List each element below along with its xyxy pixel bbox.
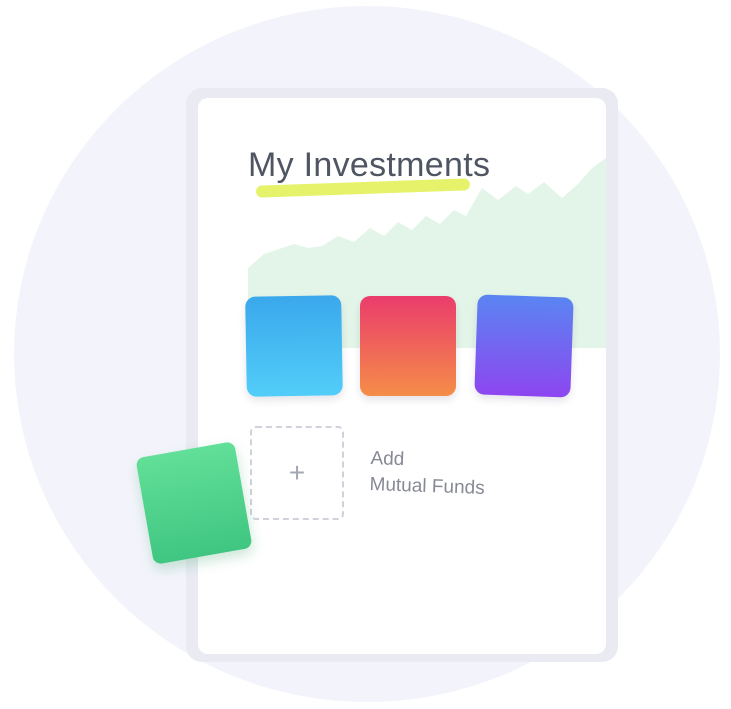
page-title: My Investments [248,146,491,184]
add-label-line1: Add [370,448,405,471]
plus-icon: + [288,457,306,488]
add-mutual-funds-label[interactable]: Add Mutual Funds [369,446,486,502]
green-fund-tile [135,441,253,565]
fund-card-purple[interactable] [474,294,574,398]
add-label-line2: Mutual Funds [369,473,486,499]
title-block: My Investments [248,146,491,198]
fund-card-orange[interactable] [360,296,456,396]
investments-card: My Investments + Add Mutual Funds [198,98,606,654]
add-mutual-funds-button[interactable]: + [250,426,344,520]
fund-card-blue[interactable] [245,295,343,397]
